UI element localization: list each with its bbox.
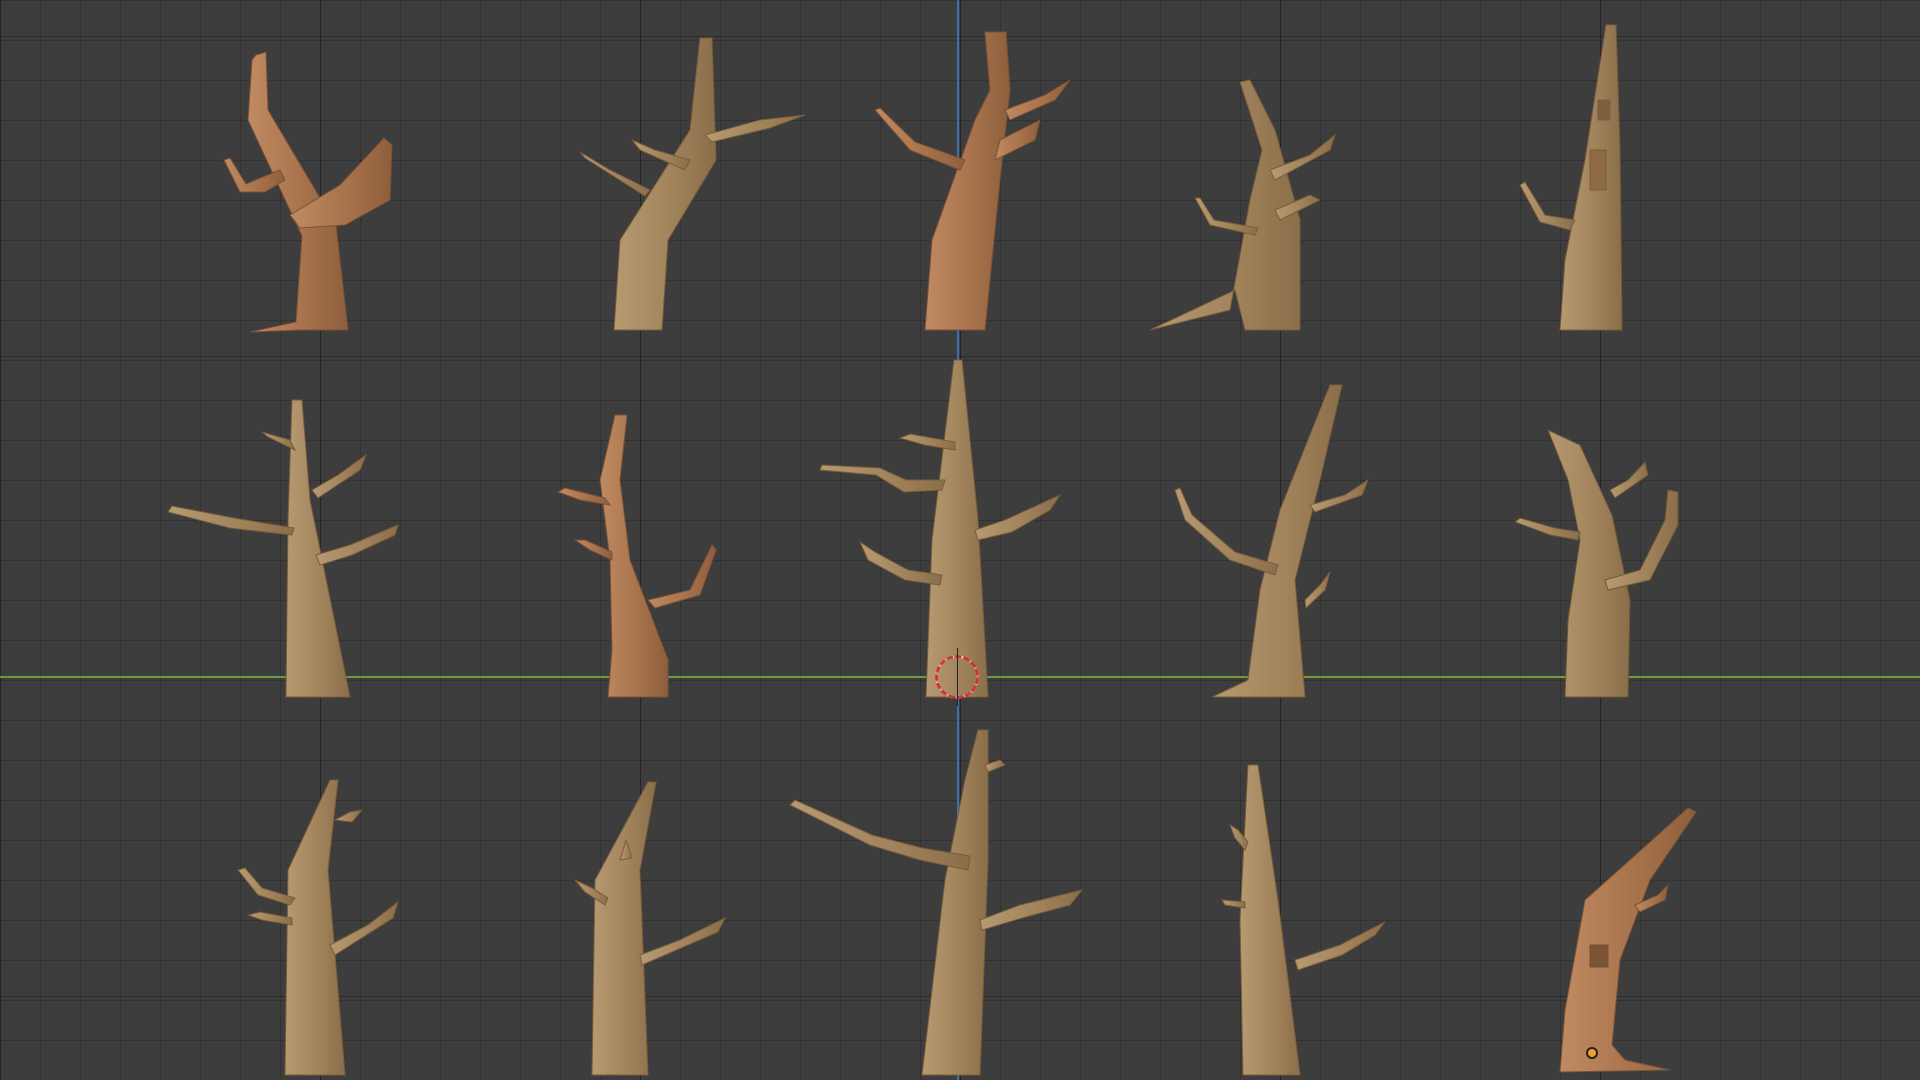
dead-tree-7[interactable] [556, 414, 717, 698]
dead-tree-4[interactable] [1149, 79, 1337, 331]
dead-tree-6[interactable] [167, 399, 399, 698]
dead-tree-8[interactable] [819, 359, 1062, 698]
scene-objects [167, 24, 1697, 1076]
dead-tree-5[interactable] [1519, 24, 1623, 331]
dead-tree-14[interactable] [1221, 764, 1386, 1076]
dead-tree-10[interactable] [1513, 429, 1679, 698]
dead-tree-12[interactable] [574, 781, 727, 1076]
3d-cursor-icon[interactable] [935, 648, 979, 706]
dead-tree-9[interactable] [1174, 384, 1370, 698]
dead-tree-15[interactable] [1559, 807, 1697, 1073]
dead-tree-11[interactable] [237, 779, 399, 1076]
3d-viewport[interactable] [0, 0, 1920, 1080]
dead-tree-13[interactable] [789, 729, 1084, 1076]
dead-tree-1[interactable] [223, 51, 393, 333]
dead-tree-3[interactable] [874, 31, 1071, 331]
dead-tree-2[interactable] [579, 37, 806, 331]
object-origin-icon [1586, 1047, 1598, 1059]
